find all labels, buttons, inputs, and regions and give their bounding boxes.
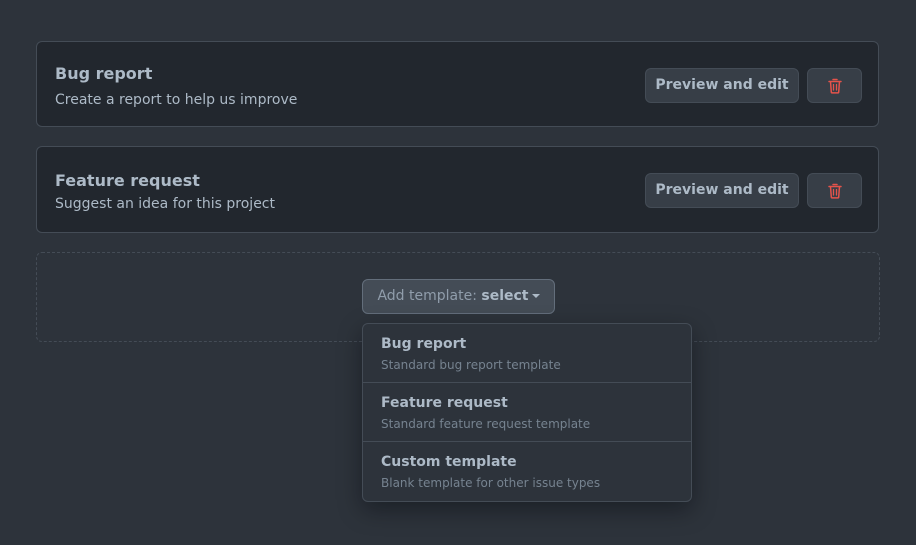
- menu-item-title: Feature request: [381, 395, 508, 411]
- menu-item-description: Standard bug report template: [381, 358, 561, 372]
- add-template-label: Add template:: [377, 288, 482, 304]
- menu-item-custom-template[interactable]: Custom template Blank template for other…: [363, 442, 691, 501]
- template-description: Suggest an idea for this project: [55, 196, 275, 212]
- menu-item-feature-request[interactable]: Feature request Standard feature request…: [363, 383, 691, 442]
- template-card-bug-report: Bug report Create a report to help us im…: [36, 41, 879, 127]
- menu-item-title: Custom template: [381, 454, 517, 470]
- add-template-selected: select: [481, 288, 529, 304]
- template-title: Bug report: [55, 64, 153, 83]
- template-title: Feature request: [55, 171, 200, 190]
- template-card-feature-request: Feature request Suggest an idea for this…: [36, 146, 879, 233]
- menu-item-description: Standard feature request template: [381, 417, 591, 431]
- preview-and-edit-button[interactable]: Preview and edit: [645, 68, 799, 103]
- delete-template-button[interactable]: [807, 68, 862, 103]
- preview-and-edit-button[interactable]: Preview and edit: [645, 173, 799, 208]
- menu-item-description: Blank template for other issue types: [381, 476, 601, 490]
- issue-templates-page: Bug report Create a report to help us im…: [0, 0, 916, 545]
- add-template-menu: Bug report Standard bug report template …: [362, 323, 692, 502]
- trash-icon: [827, 183, 842, 199]
- delete-template-button[interactable]: [807, 173, 862, 208]
- menu-item-title: Bug report: [381, 336, 467, 352]
- menu-item-bug-report[interactable]: Bug report Standard bug report template: [363, 324, 691, 383]
- caret-down-icon: [531, 294, 540, 298]
- template-description: Create a report to help us improve: [55, 92, 298, 108]
- trash-icon: [827, 78, 842, 94]
- add-template-dropdown-button[interactable]: Add template: select: [362, 279, 555, 314]
